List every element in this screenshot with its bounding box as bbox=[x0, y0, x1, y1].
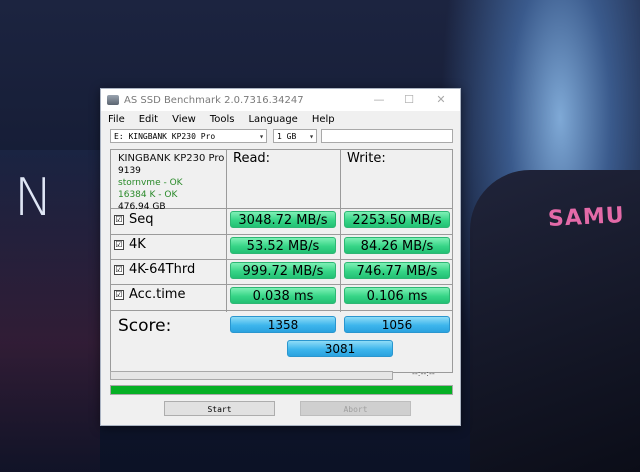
checkbox-icon[interactable]: ☑ bbox=[114, 289, 124, 300]
4k-read-value: 53.52 MB/s bbox=[230, 237, 336, 254]
total-score: 3081 bbox=[287, 340, 393, 357]
driver-status: stornvme - OK bbox=[118, 178, 183, 188]
start-button[interactable]: Start bbox=[164, 401, 275, 416]
divider bbox=[111, 310, 452, 311]
checkbox-icon[interactable]: ☑ bbox=[114, 239, 124, 250]
drive-info: KINGBANK KP230 Pro 9139 stornvme - OK 16… bbox=[118, 153, 224, 213]
menu-tools[interactable]: Tools bbox=[203, 114, 242, 125]
divider bbox=[226, 150, 227, 312]
task-progress-bar bbox=[110, 371, 393, 380]
elapsed-time: --:--:-- bbox=[412, 369, 435, 378]
overall-progress-bar bbox=[110, 385, 453, 395]
drive-select-value: E: KINGBANK KP230 Pro bbox=[114, 132, 216, 141]
4k-write-value: 84.26 MB/s bbox=[344, 237, 450, 254]
4k64-write-value: 746.77 MB/s bbox=[344, 262, 450, 279]
row-label-4k[interactable]: ☑ 4K bbox=[114, 237, 146, 252]
read-score: 1358 bbox=[230, 316, 336, 333]
seq-write-value: 2253.50 MB/s bbox=[344, 211, 450, 228]
chevron-down-icon: ▾ bbox=[309, 132, 314, 141]
row-label-text: 4K-64Thrd bbox=[129, 262, 196, 277]
maximize-button[interactable]: ☐ bbox=[399, 92, 419, 108]
checkbox-icon[interactable]: ☑ bbox=[114, 214, 124, 225]
minimize-button[interactable]: — bbox=[369, 92, 389, 108]
drive-icon bbox=[107, 95, 119, 105]
read-header: Read: bbox=[233, 151, 271, 166]
score-label: Score: bbox=[118, 316, 172, 336]
row-label-text: Seq bbox=[129, 212, 154, 227]
menu-view[interactable]: View bbox=[165, 114, 203, 125]
divider bbox=[340, 150, 341, 312]
alignment-status: 16384 K - OK bbox=[118, 190, 178, 200]
acctime-write-value: 0.106 ms bbox=[344, 287, 450, 304]
wallpaper-letter: N bbox=[14, 168, 55, 228]
close-button[interactable]: ✕ bbox=[431, 92, 451, 108]
menu-help[interactable]: Help bbox=[305, 114, 342, 125]
row-label-text: Acc.time bbox=[129, 287, 186, 302]
row-label-4k64[interactable]: ☑ 4K-64Thrd bbox=[114, 262, 195, 277]
title-bar[interactable]: AS SSD Benchmark 2.0.7316.34247 — ☐ ✕ bbox=[101, 89, 460, 111]
menu-edit[interactable]: Edit bbox=[132, 114, 165, 125]
acctime-read-value: 0.038 ms bbox=[230, 287, 336, 304]
drive-model: KINGBANK KP230 Pro bbox=[118, 153, 225, 164]
blank-field[interactable] bbox=[321, 129, 453, 143]
checkbox-icon[interactable]: ☑ bbox=[114, 264, 124, 275]
as-ssd-window: AS SSD Benchmark 2.0.7316.34247 — ☐ ✕ Fi… bbox=[100, 88, 461, 426]
wallpaper-jacket-text: SAMU bbox=[547, 203, 626, 232]
divider bbox=[111, 259, 452, 260]
drive-firmware: 9139 bbox=[118, 166, 141, 176]
drive-select[interactable]: E: KINGBANK KP230 Pro ▾ bbox=[110, 129, 267, 143]
menu-language[interactable]: Language bbox=[241, 114, 304, 125]
divider bbox=[111, 234, 452, 235]
size-select[interactable]: 1 GB ▾ bbox=[273, 129, 317, 143]
size-select-value: 1 GB bbox=[277, 132, 297, 141]
write-score: 1056 bbox=[344, 316, 450, 333]
menu-file[interactable]: File bbox=[101, 114, 132, 125]
seq-read-value: 3048.72 MB/s bbox=[230, 211, 336, 228]
progress-fill bbox=[111, 386, 452, 394]
write-header: Write: bbox=[347, 151, 386, 166]
divider bbox=[111, 284, 452, 285]
menu-bar: File Edit View Tools Language Help bbox=[101, 111, 460, 128]
window-title: AS SSD Benchmark 2.0.7316.34247 bbox=[124, 94, 304, 106]
toolbar: E: KINGBANK KP230 Pro ▾ 1 GB ▾ bbox=[110, 129, 453, 145]
chevron-down-icon: ▾ bbox=[259, 132, 264, 141]
abort-button[interactable]: Abort bbox=[300, 401, 411, 416]
4k64-read-value: 999.72 MB/s bbox=[230, 262, 336, 279]
row-label-seq[interactable]: ☑ Seq bbox=[114, 212, 154, 227]
row-label-text: 4K bbox=[129, 237, 146, 252]
results-grid: KINGBANK KP230 Pro 9139 stornvme - OK 16… bbox=[110, 149, 453, 373]
row-label-acctime[interactable]: ☑ Acc.time bbox=[114, 287, 185, 302]
